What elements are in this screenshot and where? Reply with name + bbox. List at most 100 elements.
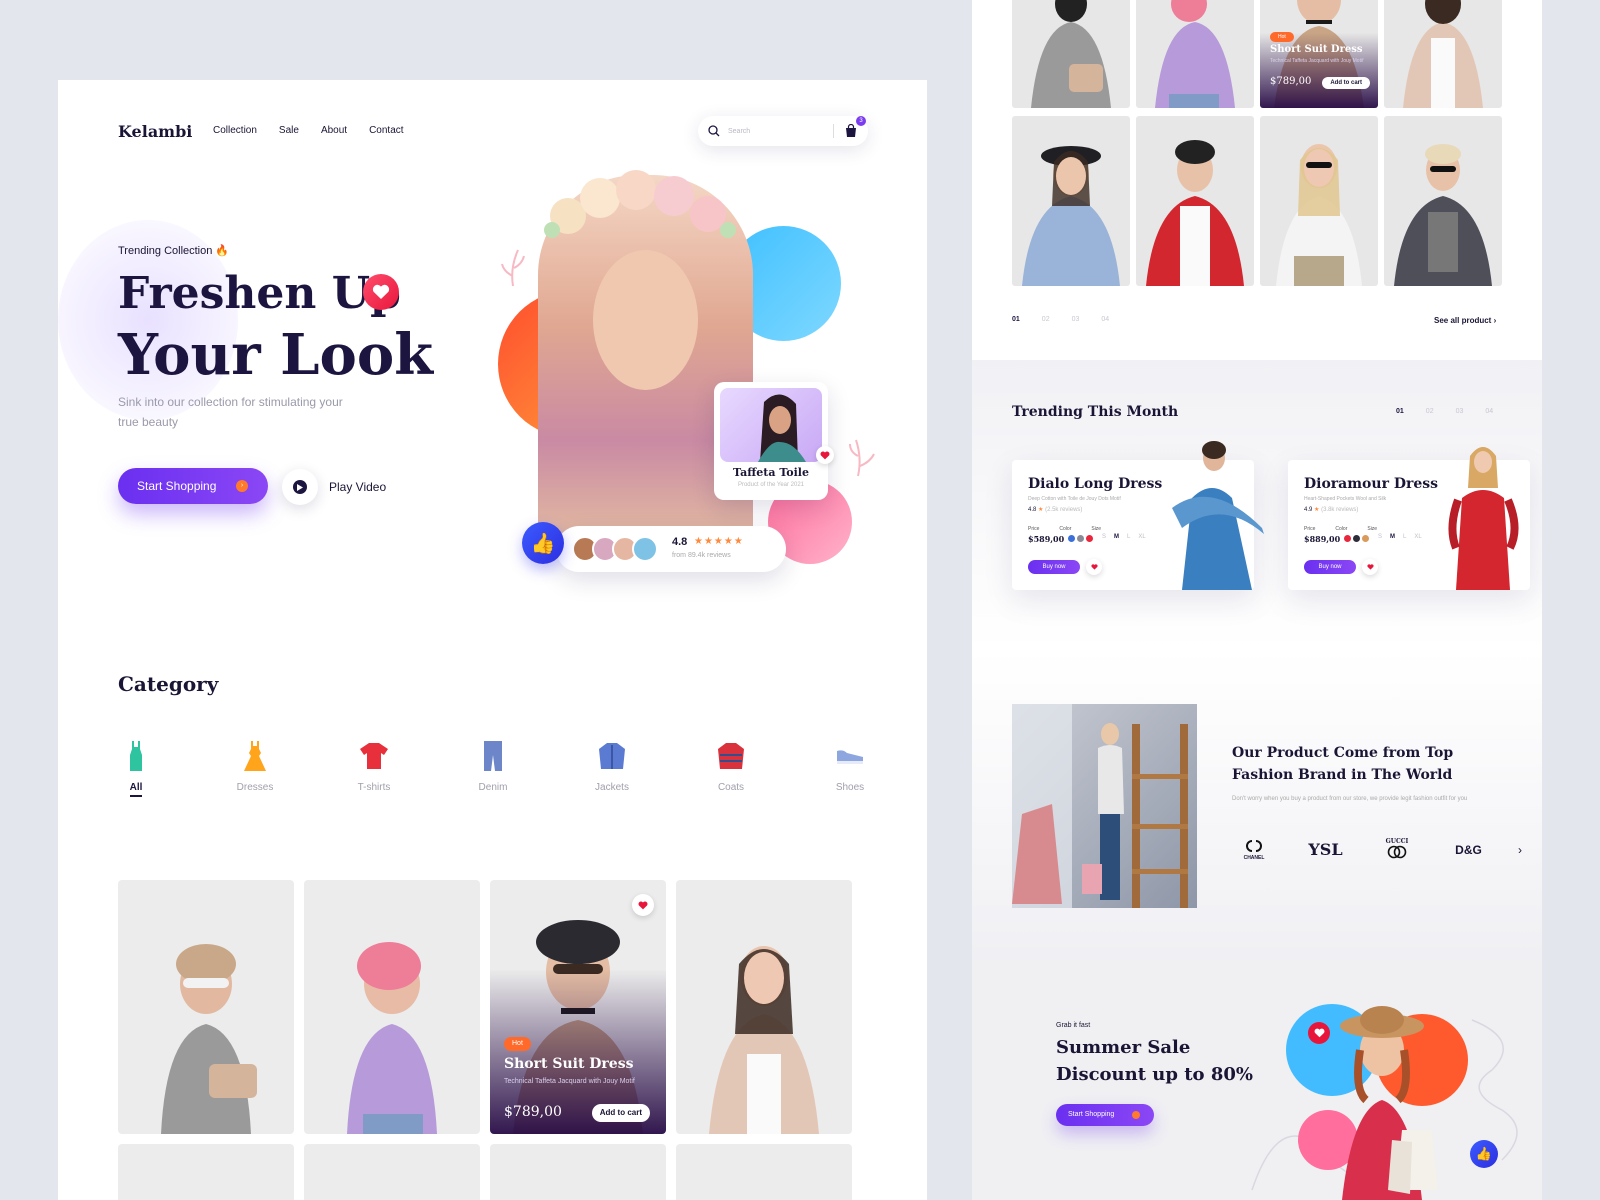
hot-badge: Hot — [1270, 32, 1294, 42]
category-all[interactable]: All — [98, 740, 174, 797]
size-option[interactable]: S — [1378, 534, 1382, 540]
color-swatch[interactable] — [1353, 535, 1360, 542]
size-options[interactable]: S M L XL — [1102, 534, 1146, 540]
brand-logos: CHANEL YSL GUCCI D&G › — [1232, 838, 1522, 861]
size-option[interactable]: M — [1390, 534, 1395, 540]
featured-product-card[interactable]: Taffeta Toile Product of the Year 2021 — [714, 382, 834, 500]
brand-logo-chanel[interactable]: CHANEL — [1232, 839, 1276, 861]
size-option[interactable]: XL — [1414, 534, 1421, 540]
category-dresses[interactable]: Dresses — [217, 740, 293, 793]
product-card[interactable] — [1136, 0, 1254, 108]
nav-item-sale[interactable]: Sale — [279, 125, 299, 136]
rating-value: 4.8 — [672, 536, 688, 548]
product-description: Technical Taffeta Jacquard with Jouy Mot… — [504, 1078, 635, 1085]
color-swatch[interactable] — [1077, 535, 1084, 542]
page-01[interactable]: 01 — [1012, 316, 1020, 323]
favorite-button[interactable] — [816, 446, 834, 464]
brand-logo-ysl[interactable]: YSL — [1304, 840, 1348, 859]
start-shopping-button[interactable]: Start Shopping › — [118, 468, 268, 504]
product-card[interactable] — [1012, 116, 1130, 286]
product-grid-top-row: Hot Short Suit Dress Technical Taffeta J… — [1012, 0, 1502, 108]
product-card[interactable] — [1384, 116, 1502, 286]
hot-badge: Hot — [504, 1037, 531, 1051]
category-jackets[interactable]: Jackets — [574, 740, 650, 793]
product-card[interactable] — [1260, 116, 1378, 286]
brands-section: Our Product Come from Top Fashion Brand … — [972, 650, 1542, 960]
model-image — [1448, 447, 1519, 590]
sale-title-line1: Summer Sale — [1056, 1037, 1191, 1058]
color-swatch[interactable] — [1362, 535, 1369, 542]
review-count: from 89.4k reviews — [672, 552, 731, 559]
page-01[interactable]: 01 — [1396, 408, 1404, 415]
color-swatch[interactable] — [1086, 535, 1093, 542]
product-card[interactable] — [1136, 116, 1254, 286]
page-04[interactable]: 04 — [1101, 316, 1109, 323]
trending-card[interactable]: Dioramour Dress Heart-Shaped Pockets Woo… — [1288, 447, 1530, 590]
product-card[interactable] — [304, 1144, 480, 1200]
size-option[interactable]: L — [1127, 534, 1130, 540]
nav-item-about[interactable]: About — [321, 125, 347, 136]
color-swatches[interactable] — [1344, 535, 1369, 542]
product-card[interactable] — [118, 880, 294, 1134]
product-card-featured[interactable]: Hot Short Suit Dress Technical Taffeta J… — [490, 880, 666, 1134]
product-grid-second-row — [1012, 116, 1502, 286]
see-all-products-link[interactable]: See all product › — [1434, 316, 1496, 325]
product-card-featured[interactable]: Hot Short Suit Dress Technical Taffeta J… — [1260, 0, 1378, 108]
page-03[interactable]: 03 — [1456, 408, 1464, 415]
nav-item-contact[interactable]: Contact — [369, 125, 403, 136]
add-to-cart-button[interactable]: Add to cart — [591, 1104, 650, 1122]
summer-sale-section: Grab it fast Summer Sale Discount up to … — [972, 960, 1542, 1200]
product-card[interactable] — [676, 1144, 852, 1200]
chevron-right-icon: › — [1493, 316, 1497, 325]
product-card[interactable] — [490, 1144, 666, 1200]
category-denim[interactable]: Denim — [455, 740, 531, 793]
product-card[interactable] — [676, 880, 852, 1134]
color-swatch[interactable] — [1344, 535, 1351, 542]
add-to-cart-button[interactable]: Add to cart — [1322, 77, 1370, 89]
search-bar[interactable]: Search 3 — [698, 116, 868, 146]
product-card[interactable] — [304, 880, 480, 1134]
favorite-button[interactable] — [632, 894, 654, 916]
brand-logo-gucci[interactable]: GUCCI — [1375, 838, 1419, 861]
site-logo[interactable]: Kelambi — [118, 122, 192, 141]
product-card[interactable] — [1012, 0, 1130, 108]
reviews-pill: 4.8 ★★★★★ from 89.4k reviews — [556, 526, 786, 572]
product-grid: Hot Short Suit Dress Technical Taffeta J… — [118, 880, 852, 1200]
page-03[interactable]: 03 — [1072, 316, 1080, 323]
heart-badge — [363, 274, 399, 310]
cart-button[interactable]: 3 — [844, 116, 866, 138]
search-input[interactable]: Search — [728, 128, 833, 135]
category-shoes[interactable]: Shoes — [812, 740, 888, 793]
product-card[interactable] — [118, 1144, 294, 1200]
size-options[interactable]: S M L XL — [1378, 534, 1422, 540]
page-04[interactable]: 04 — [1485, 408, 1493, 415]
chevron-right-icon[interactable]: › — [1518, 843, 1522, 857]
sale-title-line2: Discount up to 80% — [1056, 1064, 1253, 1085]
nav-item-collection[interactable]: Collection — [213, 125, 257, 136]
favorite-button[interactable] — [1086, 559, 1102, 575]
sale-start-shopping-button[interactable]: Start Shopping — [1056, 1104, 1154, 1126]
color-swatches[interactable] — [1068, 535, 1093, 542]
color-swatch[interactable] — [1068, 535, 1075, 542]
model-image — [352, 1194, 432, 1200]
page-02[interactable]: 02 — [1042, 316, 1050, 323]
sneaker-icon — [837, 750, 863, 764]
size-option[interactable]: M — [1114, 534, 1119, 540]
category-coats[interactable]: Coats — [693, 740, 769, 793]
chanel-logo — [1246, 839, 1262, 852]
trending-card[interactable]: Dialo Long Dress Deep Cotton with Toile … — [1012, 441, 1264, 590]
buy-now-button[interactable]: Buy now — [1304, 560, 1356, 574]
size-option[interactable]: S — [1102, 534, 1106, 540]
tshirt-icon — [360, 743, 388, 769]
play-video-button[interactable] — [282, 469, 318, 505]
size-option[interactable]: XL — [1138, 534, 1145, 540]
heart-icon — [1314, 1028, 1324, 1038]
favorite-button[interactable] — [1362, 559, 1378, 575]
buy-now-button[interactable]: Buy now — [1028, 560, 1080, 574]
play-video-label[interactable]: Play Video — [329, 480, 386, 494]
size-option[interactable]: L — [1403, 534, 1406, 540]
product-card[interactable] — [1384, 0, 1502, 108]
brand-logo-dg[interactable]: D&G — [1447, 843, 1491, 857]
page-02[interactable]: 02 — [1426, 408, 1434, 415]
category-tshirts[interactable]: T-shirts — [336, 740, 412, 793]
